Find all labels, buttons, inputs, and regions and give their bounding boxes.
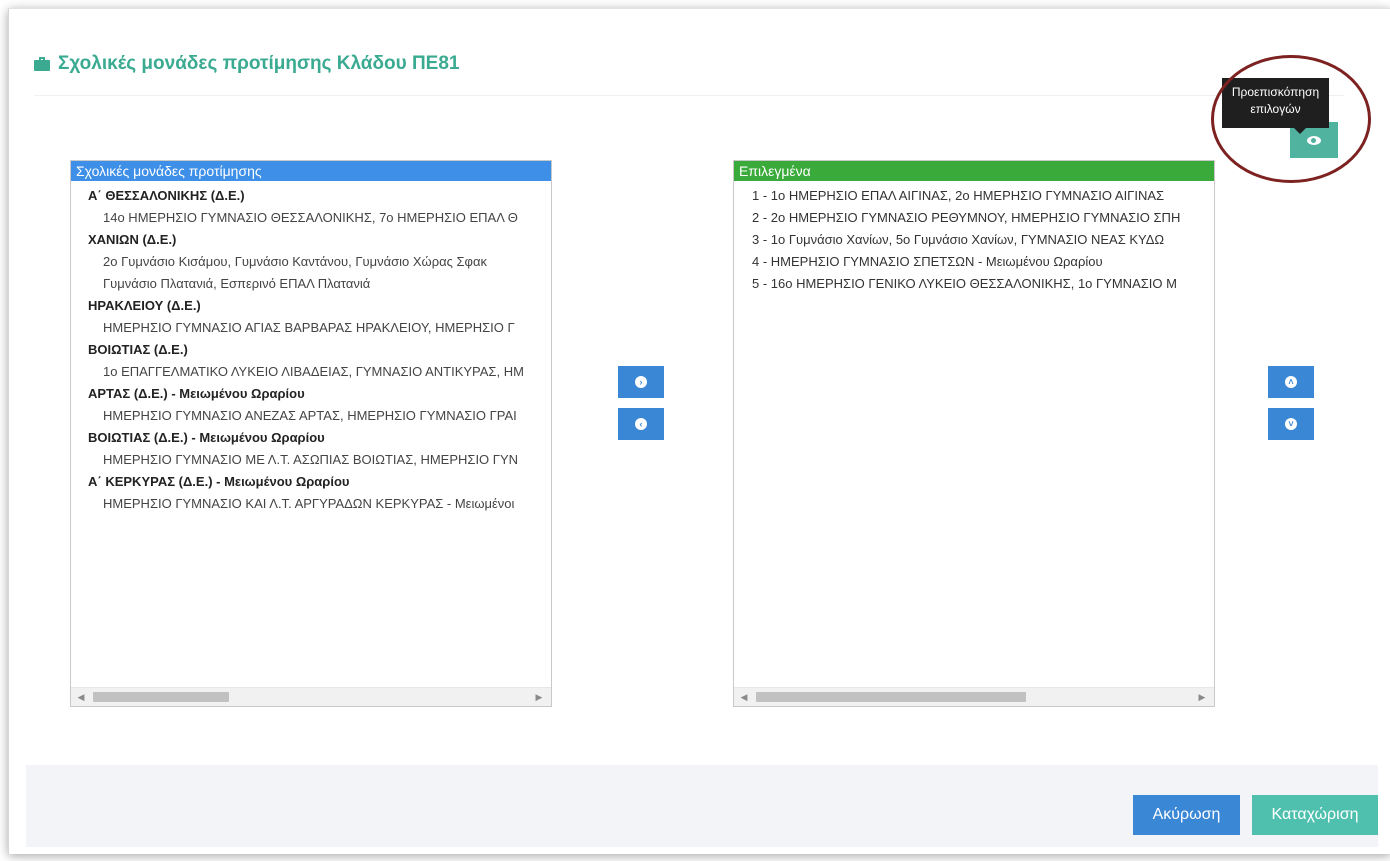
page-title: Σχολικές μονάδες προτίμησης Κλάδου ΠΕ81 [34, 50, 459, 78]
page-title-text: Σχολικές μονάδες προτίμησης Κλάδου ΠΕ81 [58, 53, 460, 74]
available-listbox[interactable]: Σχολικές μονάδες προτίμησης Α΄ ΘΕΣΣΑΛΟΝΙ… [70, 160, 552, 707]
list-item[interactable]: 14ο ΗΜΕΡΗΣΙΟ ΓΥΜΝΑΣΙΟ ΘΕΣΣΑΛΟΝΙΚΗΣ, 7ο Η… [71, 207, 551, 229]
chevron-circle-down-icon: ˅ [1285, 418, 1297, 430]
list-item[interactable]: 2ο Γυμνάσιο Κισάμου, Γυμνάσιο Καντάνου, … [71, 251, 551, 273]
briefcase-icon [34, 57, 50, 71]
group-title: ΑΡΤΑΣ (Δ.Ε.) - Μειωμένου Ωραρίου [88, 386, 305, 401]
selected-horizontal-scrollbar[interactable]: ◀ ▶ [734, 687, 1214, 706]
group-title: ΒΟΙΩΤΙΑΣ (Δ.Ε.) [88, 342, 188, 357]
selected-list-header: Επιλεγμένα [734, 161, 1214, 181]
move-down-button[interactable]: ˅ [1268, 408, 1314, 440]
move-up-button[interactable]: ˄ [1268, 366, 1314, 398]
available-list-body[interactable]: Α΄ ΘΕΣΣΑΛΟΝΙΚΗΣ (Δ.Ε.) 14ο ΗΜΕΡΗΣΙΟ ΓΥΜΝΑ… [71, 181, 551, 687]
scroll-thumb[interactable] [756, 692, 1026, 702]
title-divider [34, 95, 1344, 96]
scroll-right-icon[interactable]: ▶ [531, 688, 547, 706]
list-item[interactable]: Γυμνάσιο Πλατανιά, Εσπερινό ΕΠΑΛ Πλατανι… [71, 273, 551, 295]
selected-listbox[interactable]: Επιλεγμένα 1 - 1ο ΗΜΕΡΗΣΙΟ ΕΠΑΛ ΑΙΓΙΝΑΣ,… [733, 160, 1215, 707]
scroll-thumb[interactable] [93, 692, 229, 702]
chevron-circle-left-icon: ‹ [635, 418, 647, 430]
chevron-circle-right-icon: › [635, 376, 647, 388]
scroll-left-icon[interactable]: ◀ [736, 688, 752, 706]
group-title: Α΄ ΚΕΡΚΥΡΑΣ (Δ.Ε.) - Μειωμένου Ωραρίου [88, 474, 350, 489]
group-title: ΗΡΑΚΛΕΙΟΥ (Δ.Ε.) [88, 298, 201, 313]
list-item[interactable]: 3 - 1ο Γυμνάσιο Χανίων, 5ο Γυμνάσιο Χανί… [734, 229, 1214, 251]
list-item[interactable]: ΗΜΕΡΗΣΙΟ ΓΥΜΝΑΣΙΟ ΑΝΕΖΑΣ ΑΡΤΑΣ, ΗΜΕΡΗΣΙΟ… [71, 405, 551, 427]
list-item[interactable]: 4 - ΗΜΕΡΗΣΙΟ ΓΥΜΝΑΣΙΟ ΣΠΕΤΣΩΝ - Μειωμένο… [734, 251, 1214, 273]
group-title: Α΄ ΘΕΣΣΑΛΟΝΙΚΗΣ (Δ.Ε.) [88, 188, 245, 203]
scroll-left-icon[interactable]: ◀ [73, 688, 89, 706]
list-item[interactable]: ΗΜΕΡΗΣΙΟ ΓΥΜΝΑΣΙΟ ΚΑΙ Λ.Τ. ΑΡΓΥΡΑΔΩΝ ΚΕΡ… [71, 493, 551, 515]
list-item[interactable]: ΗΜΕΡΗΣΙΟ ΓΥΜΝΑΣΙΟ ΜΕ Λ.Τ. ΑΣΩΠΙΑΣ ΒΟΙΩΤΙ… [71, 449, 551, 471]
highlight-annotation-ring [1211, 55, 1371, 183]
move-right-button[interactable]: › [618, 366, 664, 398]
list-item[interactable]: ΗΜΕΡΗΣΙΟ ΓΥΜΝΑΣΙΟ ΑΓΙΑΣ ΒΑΡΒΑΡΑΣ ΗΡΑΚΛΕΙ… [71, 317, 551, 339]
list-item[interactable]: 2 - 2ο ΗΜΕΡΗΣΙΟ ΓΥΜΝΑΣΙΟ ΡΕΘΥΜΝΟΥ, ΗΜΕΡΗ… [734, 207, 1214, 229]
cancel-button[interactable]: Ακύρωση [1133, 795, 1240, 835]
list-item[interactable]: 1ο ΕΠΑΓΓΕΛΜΑΤΙΚΟ ΛΥΚΕΙΟ ΛΙΒΑΔΕΙΑΣ, ΓΥΜΝΑ… [71, 361, 551, 383]
list-item[interactable]: 1 - 1ο ΗΜΕΡΗΣΙΟ ΕΠΑΛ ΑΙΓΙΝΑΣ, 2ο ΗΜΕΡΗΣΙ… [734, 185, 1214, 207]
selected-list-body[interactable]: 1 - 1ο ΗΜΕΡΗΣΙΟ ΕΠΑΛ ΑΙΓΙΝΑΣ, 2ο ΗΜΕΡΗΣΙ… [734, 181, 1214, 687]
list-item[interactable]: 5 - 16ο ΗΜΕΡΗΣΙΟ ΓΕΝΙΚΟ ΛΥΚΕΙΟ ΘΕΣΣΑΛΟΝΙ… [734, 273, 1214, 295]
scroll-right-icon[interactable]: ▶ [1194, 688, 1210, 706]
move-left-button[interactable]: ‹ [618, 408, 664, 440]
available-list-header: Σχολικές μονάδες προτίμησης [71, 161, 551, 181]
submit-button[interactable]: Καταχώριση [1252, 795, 1378, 835]
group-title: ΒΟΙΩΤΙΑΣ (Δ.Ε.) - Μειωμένου Ωραρίου [88, 430, 325, 445]
group-title: ΧΑΝΙΩΝ (Δ.Ε.) [88, 232, 177, 247]
chevron-circle-up-icon: ˄ [1285, 376, 1297, 388]
available-horizontal-scrollbar[interactable]: ◀ ▶ [71, 687, 551, 706]
